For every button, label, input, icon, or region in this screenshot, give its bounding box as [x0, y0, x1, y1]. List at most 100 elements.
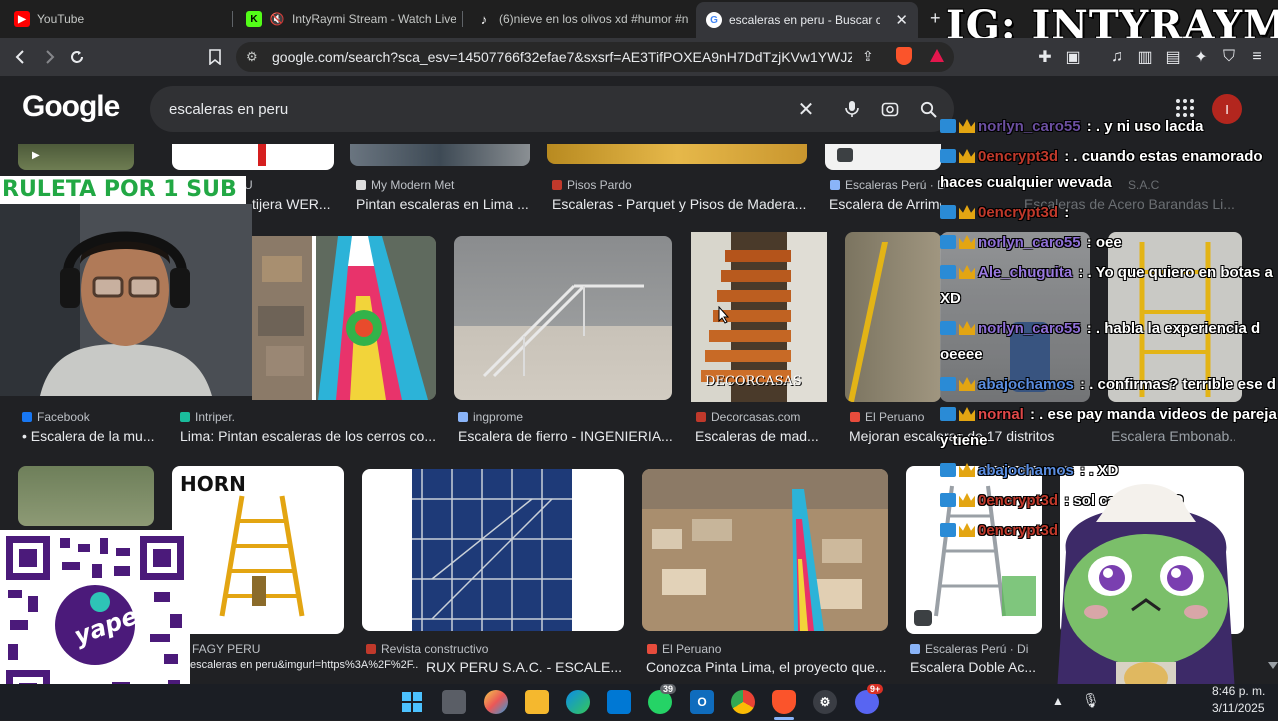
settings-icon[interactable]: ⚙: [813, 690, 837, 714]
wallet-icon[interactable]: ▤: [1162, 46, 1184, 68]
platform-badge-icon: [940, 523, 956, 537]
menu-icon[interactable]: ≡: [1246, 46, 1268, 68]
facebook-favicon: [22, 412, 32, 422]
close-tab-icon[interactable]: ✕: [895, 11, 908, 29]
image-thumbnail[interactable]: [845, 232, 941, 402]
result-title[interactable]: Escalera Doble Ac...: [910, 659, 1040, 675]
voice-search-icon[interactable]: [842, 99, 862, 119]
leo-ai-icon[interactable]: ✦: [1190, 46, 1212, 68]
chrome-icon[interactable]: [731, 690, 755, 714]
result-source[interactable]: Intriper.: [180, 410, 235, 424]
image-thumbnail[interactable]: [547, 144, 807, 164]
result-title[interactable]: Conozca Pinta Lima, el proyecto que...: [646, 659, 888, 675]
store-icon[interactable]: [607, 690, 631, 714]
tab-title: YouTube: [37, 12, 85, 26]
show-hidden-icons-chevron-icon[interactable]: ▲: [1052, 694, 1064, 708]
muted-icon[interactable]: 🔇: [269, 11, 285, 27]
result-source[interactable]: Decorcasas.com: [696, 410, 800, 424]
sidebar-icon[interactable]: ▥: [1134, 46, 1156, 68]
share-icon[interactable]: ⇪: [862, 48, 874, 65]
ladder-graphic: [258, 144, 266, 166]
chat-username: Ale_chuguita: [978, 264, 1073, 281]
extensions-icon[interactable]: ✚: [1034, 46, 1056, 68]
result-source[interactable]: Revista constructivo: [366, 642, 488, 656]
task-view-icon[interactable]: [442, 690, 466, 714]
new-tab-button[interactable]: +: [930, 8, 941, 29]
copilot-icon[interactable]: [484, 690, 508, 714]
image-thumbnail[interactable]: [362, 469, 624, 631]
crown-badge-icon: [959, 265, 975, 279]
search-box[interactable]: escaleras en peru ✕: [150, 86, 954, 132]
image-thumbnail[interactable]: [172, 144, 334, 170]
clock-time[interactable]: 8:46 p. m.: [1212, 684, 1265, 698]
whatsapp-icon[interactable]: 39: [648, 684, 677, 714]
result-source[interactable]: Facebook: [22, 410, 90, 424]
outlook-icon[interactable]: O: [690, 690, 714, 714]
clear-search-icon[interactable]: ✕: [796, 99, 816, 121]
file-explorer-icon[interactable]: [525, 690, 549, 714]
result-title[interactable]: Escaleras de mad...: [695, 428, 827, 444]
image-thumbnail[interactable]: [454, 236, 672, 400]
media-controls-icon[interactable]: ♫: [1106, 46, 1128, 68]
back-button[interactable]: [10, 46, 32, 68]
link-status-url: escaleras en peru&imgurl=https%3A%2F%2F.…: [190, 659, 418, 671]
image-thumbnail[interactable]: HORN: [172, 466, 344, 634]
result-title[interactable]: • Escalera de la mu...: [22, 428, 154, 444]
result-source[interactable]: Pisos Pardo: [552, 178, 632, 192]
crown-badge-icon: [959, 119, 975, 133]
result-source[interactable]: El Peruano: [647, 642, 721, 656]
forward-button[interactable]: [38, 46, 60, 68]
site-favicon: [830, 180, 840, 190]
mouse-cursor: [718, 306, 730, 324]
result-source[interactable]: FAGY PERU: [192, 642, 260, 656]
search-input[interactable]: escaleras en peru: [169, 101, 288, 118]
clock-date[interactable]: 3/11/2025: [1212, 701, 1265, 715]
windows-start-icon[interactable]: [400, 690, 424, 714]
screenshot-icon[interactable]: ▣: [1062, 46, 1084, 68]
result-title[interactable]: Escalera de fierro - INGENIERIA...: [458, 428, 672, 444]
result-source[interactable]: Escaleras Perú · Di: [910, 642, 1028, 656]
tab-separator: [462, 11, 463, 27]
chat-message: nornal : . ese pay manda videos de parej…: [940, 402, 1278, 454]
site-settings-icon[interactable]: ⚙: [246, 49, 258, 65]
brave-rewards-icon[interactable]: [930, 49, 944, 62]
image-thumbnail[interactable]: DECORCASAS: [691, 232, 827, 402]
search-icon[interactable]: [918, 99, 938, 119]
vpn-icon[interactable]: ⛉: [1218, 46, 1240, 68]
tab-kick-stream[interactable]: K 🔇 IntyRaymi Stream - Watch Live on: [236, 4, 456, 34]
chat-message: abajochamos : . confirmas? terrible ese …: [940, 372, 1278, 398]
address-bar[interactable]: ⚙ google.com/search?sca_esv=14507766f32e…: [236, 42, 954, 72]
bookmark-icon[interactable]: [204, 46, 226, 68]
site-favicon: [356, 180, 366, 190]
tab-tiktok[interactable]: ♪ (6)nieve en los olivos xd #humor #nic: [466, 4, 688, 34]
image-thumbnail[interactable]: [252, 236, 436, 400]
discord-icon[interactable]: 9+: [855, 684, 884, 714]
edge-icon[interactable]: [566, 690, 590, 714]
image-thumbnail[interactable]: [350, 144, 530, 166]
crown-badge-icon: [959, 205, 975, 219]
microphone-icon[interactable]: 🎙: [1082, 692, 1100, 709]
result-title[interactable]: Escalera de Arrimo Alumi: [829, 196, 941, 212]
result-source[interactable]: My Modern Met: [356, 178, 454, 192]
google-logo[interactable]: Google: [22, 90, 120, 124]
chat-username: norlyn_caro55: [978, 320, 1081, 337]
result-title[interactable]: tijera WER...: [252, 196, 336, 212]
result-title[interactable]: Escaleras - Parquet y Pisos de Madera...: [552, 196, 807, 212]
result-title[interactable]: Pintan escaleras en Lima ...: [356, 196, 530, 212]
tab-youtube[interactable]: ▶ YouTube: [4, 4, 222, 34]
scroll-down-arrow-icon[interactable]: [1268, 662, 1278, 669]
brave-shields-icon[interactable]: [896, 47, 912, 65]
result-source[interactable]: El Peruano: [850, 410, 924, 424]
brave-icon[interactable]: [772, 690, 796, 714]
image-thumbnail[interactable]: [18, 466, 154, 526]
result-source[interactable]: Escaleras Perú · D: [830, 178, 946, 192]
image-thumbnail[interactable]: ▶: [18, 144, 134, 170]
image-thumbnail[interactable]: [642, 469, 888, 631]
reload-button[interactable]: [66, 46, 88, 68]
image-thumbnail[interactable]: [825, 144, 941, 170]
result-title[interactable]: RUX PERU S.A.C. - ESCALE...: [426, 659, 624, 675]
tab-google-search[interactable]: G escaleras en peru - Buscar con G ✕: [696, 2, 918, 38]
result-title[interactable]: Lima: Pintan escaleras de los cerros co.…: [180, 428, 436, 444]
result-source[interactable]: ingprome: [458, 410, 523, 424]
lens-search-icon[interactable]: [880, 99, 900, 119]
